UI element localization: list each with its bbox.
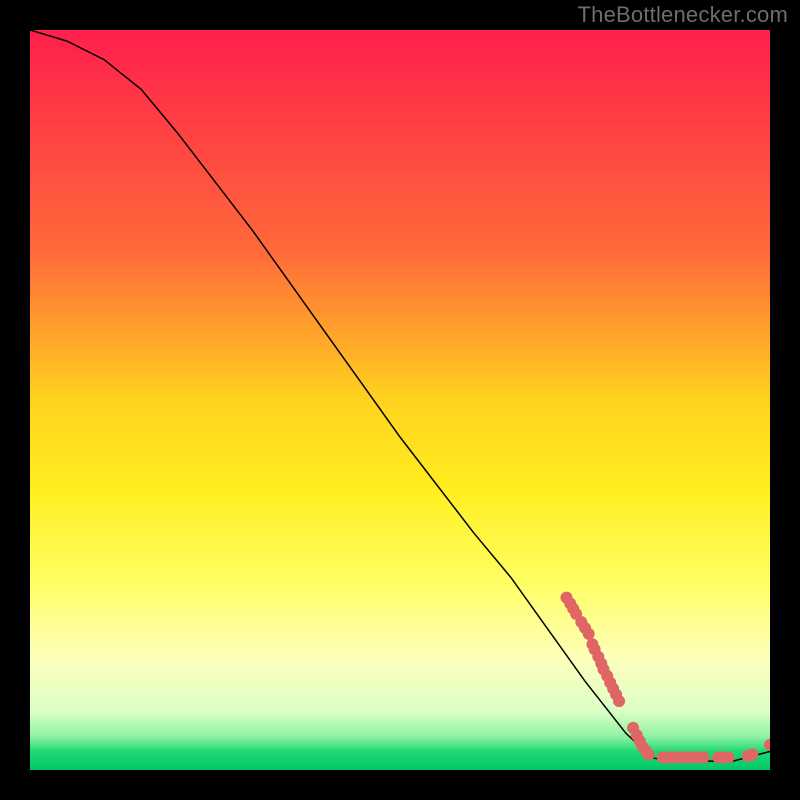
- data-marker: [723, 751, 735, 763]
- data-marker: [746, 748, 758, 760]
- data-marker: [697, 751, 709, 763]
- data-marker: [583, 628, 595, 640]
- data-marker: [643, 748, 655, 760]
- bottleneck-chart: [30, 30, 770, 770]
- gradient-background: [30, 30, 770, 770]
- attribution-text: TheBottlenecker.com: [578, 2, 788, 28]
- chart-area: [30, 30, 770, 770]
- data-marker: [613, 695, 625, 707]
